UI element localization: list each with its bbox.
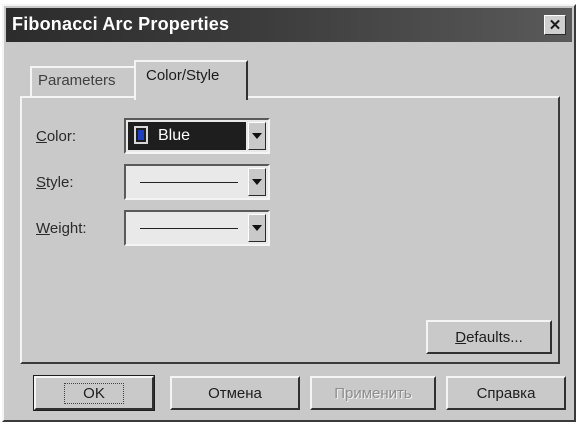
style-dropdown-button[interactable] — [248, 168, 266, 196]
weight-dropdown[interactable] — [124, 210, 270, 246]
color-selected-item: Blue — [128, 122, 246, 150]
chevron-down-icon — [252, 225, 262, 231]
weight-label: Weight: — [36, 220, 87, 237]
properties-dialog: Fibonacci Arc Properties ✕ Parameters Co… — [2, 4, 576, 422]
weight-dropdown-button[interactable] — [248, 214, 266, 242]
style-selected-item — [128, 168, 246, 196]
cancel-button[interactable]: Отмена — [170, 376, 300, 410]
style-label: Style: — [36, 174, 74, 191]
close-button[interactable]: ✕ — [544, 15, 566, 35]
tab-parameters-label: Parameters — [38, 72, 116, 89]
chevron-down-icon — [252, 179, 262, 185]
style-dropdown[interactable] — [124, 164, 270, 200]
color-swatch — [134, 126, 148, 144]
close-icon: ✕ — [548, 16, 562, 34]
swatch-fill — [138, 130, 144, 140]
cancel-label: Отмена — [208, 384, 262, 402]
chevron-down-icon — [252, 133, 262, 139]
color-dropdown-button[interactable] — [248, 122, 266, 150]
ok-label: OK — [64, 382, 124, 404]
line-style-sample — [140, 182, 238, 183]
tab-parameters[interactable]: Parameters — [30, 66, 136, 96]
ok-button[interactable]: OK — [33, 375, 155, 411]
tab-color-style-label: Color/Style — [146, 67, 220, 84]
color-style-panel: Color: Blue Style: Weight: D efaults... — [20, 96, 560, 364]
tab-color-style[interactable]: Color/Style — [134, 60, 248, 100]
help-button[interactable]: Справка — [446, 376, 566, 410]
help-label: Справка — [476, 384, 536, 402]
defaults-button[interactable]: Defaults... — [426, 320, 552, 354]
line-weight-sample — [140, 228, 238, 229]
apply-button: Применить — [310, 376, 436, 410]
title-bar[interactable]: Fibonacci Arc Properties ✕ — [6, 8, 572, 42]
weight-selected-item — [128, 214, 246, 242]
apply-label: Применить — [334, 384, 412, 402]
window-title: Fibonacci Arc Properties — [12, 14, 230, 34]
color-label: Color: — [36, 128, 77, 145]
color-value: Blue — [158, 127, 191, 144]
color-dropdown[interactable]: Blue — [124, 118, 270, 154]
